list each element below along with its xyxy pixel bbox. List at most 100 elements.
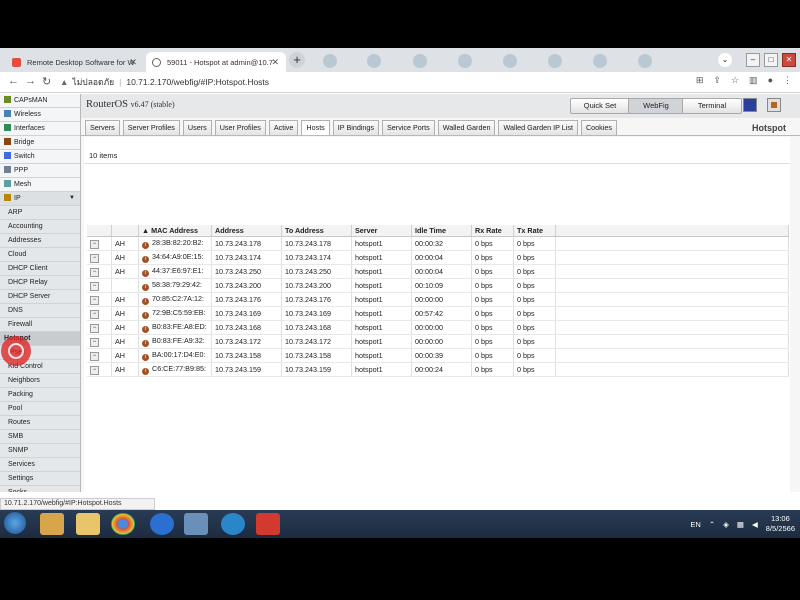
save-icon[interactable]	[743, 98, 757, 112]
internet-explorer-icon[interactable]	[150, 513, 174, 535]
sidebar-item[interactable]: Switch	[0, 150, 80, 164]
remove-row-icon[interactable]: −	[90, 254, 99, 263]
column-header[interactable]: Server	[351, 225, 412, 237]
sidebar-item[interactable]: Packing	[0, 388, 80, 402]
tab-cookies[interactable]: Cookies	[580, 120, 617, 136]
sidebar-item[interactable]: SNMP	[0, 444, 80, 458]
tab-ip-bindings[interactable]: IP Bindings	[332, 120, 380, 136]
sidebar-item[interactable]: IP ▼	[0, 192, 80, 206]
forward-arrow-icon[interactable]: →	[25, 75, 36, 87]
tab-service-ports[interactable]: Service Ports	[382, 120, 435, 136]
design-skin-icon[interactable]	[767, 98, 781, 112]
reload-icon[interactable]: ↻	[42, 75, 51, 88]
new-tab-button[interactable]: +	[289, 52, 305, 68]
sidebar-item[interactable]: Interfaces	[0, 122, 80, 136]
sidebar-item[interactable]: PPP	[0, 164, 80, 178]
chrome-icon[interactable]	[111, 513, 135, 535]
sidebar-item[interactable]: Socks	[0, 486, 80, 492]
tab-servers[interactable]: Servers	[85, 120, 120, 136]
network-icon[interactable]: ▦	[737, 520, 744, 529]
profile-icon[interactable]: ●	[768, 75, 773, 86]
file-explorer-icon[interactable]	[76, 513, 100, 535]
table-row[interactable]: − AH i 34:64:A9:0E:15: 10.73.243.174 10.73.24…	[87, 250, 789, 265]
back-arrow-icon[interactable]: ←	[8, 75, 19, 87]
sidebar-item[interactable]: CAPsMAN	[0, 94, 80, 108]
sidebar-item[interactable]: Pool	[0, 402, 80, 416]
close-tab-icon[interactable]: ✕	[271, 57, 279, 68]
edge-icon[interactable]	[221, 513, 245, 535]
browser-tab-hotspot[interactable]: 59011 - Hotspot at admin@10.7 ✕	[146, 52, 286, 72]
table-row[interactable]: − AH i B0:83:FE:A8:ED: 10.73.243.168 10.73.24…	[87, 320, 789, 335]
language-indicator[interactable]: EN	[690, 520, 700, 529]
sidebar-item[interactable]: Bridge	[0, 136, 80, 150]
column-header[interactable]: Rx Rate	[471, 225, 514, 237]
media-player-icon[interactable]	[40, 513, 64, 535]
windows-start-icon[interactable]	[4, 512, 26, 534]
tab-active[interactable]: Active	[268, 120, 299, 136]
translate-icon[interactable]: ⊞	[696, 75, 704, 86]
maximize-button[interactable]: □	[764, 53, 778, 67]
column-header[interactable]: Address	[211, 225, 282, 237]
sidebar-item[interactable]: DNS	[0, 304, 80, 318]
anydesk-icon[interactable]	[256, 513, 280, 535]
quick-set-button[interactable]: Quick Set	[570, 98, 630, 114]
close-tab-icon[interactable]: ✕	[129, 57, 137, 68]
table-row[interactable]: − i 58:38:79:29:42: 10.73.243.200 10.73.243.…	[87, 278, 789, 293]
sidebar-item[interactable]: DHCP Server	[0, 290, 80, 304]
table-row[interactable]: − AH i 28:3B:82:20:B2: 10.73.243.178 10.73.24…	[87, 236, 789, 251]
sidebar-item[interactable]: SMB	[0, 430, 80, 444]
sidebar-item[interactable]: DHCP Relay	[0, 276, 80, 290]
sidebar-item[interactable]: Mesh	[0, 178, 80, 192]
minimize-button[interactable]: –	[746, 53, 760, 67]
table-row[interactable]: − AH i B0:83:FE:A9:32: 10.73.243.172 10.73.24…	[87, 334, 789, 349]
remove-row-icon[interactable]: −	[90, 324, 99, 333]
remove-row-icon[interactable]: −	[90, 296, 99, 305]
terminal-button[interactable]: Terminal	[682, 98, 742, 114]
sidebar-item[interactable]: Firewall	[0, 318, 80, 332]
tray-expand-icon[interactable]: ⌃	[709, 520, 715, 529]
table-row[interactable]: − AH i 72:9B:C5:59:EB: 10.73.243.169 10.73.24…	[87, 306, 789, 321]
browser-tab-remote-desktop[interactable]: Remote Desktop Software for W ✕	[6, 52, 144, 72]
menu-icon[interactable]: ⋮	[783, 75, 792, 86]
table-row[interactable]: − AH i BA:00:17:D4:E0: 10.73.243.158 10.73.24…	[87, 348, 789, 363]
tab-search-chevron-icon[interactable]: ⌄	[718, 53, 732, 67]
column-header[interactable]: ▲ MAC Address	[138, 225, 212, 237]
remove-row-icon[interactable]: −	[90, 338, 99, 347]
remove-row-icon[interactable]: −	[90, 282, 99, 291]
share-icon[interactable]: ⇪	[713, 75, 721, 86]
sidebar-item[interactable]: Routes	[0, 416, 80, 430]
sidebar-item[interactable]: Services	[0, 458, 80, 472]
webfig-button[interactable]: WebFig	[628, 98, 684, 114]
volume-icon[interactable]: ◀	[752, 520, 758, 529]
tab-hosts[interactable]: Hosts	[301, 120, 330, 136]
table-row[interactable]: − AH i C6:CE:77:B9:85: 10.73.243.159 10.73.24…	[87, 362, 789, 377]
table-row[interactable]: − AH i 70:85:C2:7A:12: 10.73.243.176 10.73.24…	[87, 292, 789, 307]
column-header[interactable]	[111, 225, 139, 237]
sidebar-item[interactable]: Wireless	[0, 108, 80, 122]
remove-row-icon[interactable]: −	[90, 268, 99, 277]
tab-users[interactable]: Users	[182, 120, 212, 136]
sidebar-item[interactable]: ARP	[0, 206, 80, 220]
sidebar-item[interactable]: Settings	[0, 472, 80, 486]
remote-desktop-icon[interactable]	[184, 513, 208, 535]
remove-row-icon[interactable]: −	[90, 310, 99, 319]
sidebar-item[interactable]: Addresses	[0, 234, 80, 248]
column-header[interactable]: Idle Time	[411, 225, 472, 237]
remove-row-icon[interactable]: −	[90, 366, 99, 375]
remove-row-icon[interactable]: −	[90, 240, 99, 249]
tab-walled-garden-ip-list[interactable]: Walled Garden IP List	[498, 120, 578, 136]
tab-server-profiles[interactable]: Server Profiles	[122, 120, 180, 136]
tray-app-icon[interactable]: ◈	[723, 520, 729, 529]
tab-user-profiles[interactable]: User Profiles	[214, 120, 266, 136]
sidebar-item[interactable]: Neighbors	[0, 374, 80, 388]
sidebar-item[interactable]: Accounting	[0, 220, 80, 234]
column-header[interactable]: To Address	[281, 225, 352, 237]
star-icon[interactable]: ☆	[731, 75, 739, 86]
column-header[interactable]: Tx Rate	[513, 225, 556, 237]
close-window-button[interactable]: ✕	[782, 53, 796, 67]
sidebar-item[interactable]: Cloud	[0, 248, 80, 262]
tab-walled-garden[interactable]: Walled Garden	[437, 120, 496, 136]
sidebar-icon[interactable]: ▥	[749, 75, 758, 86]
sidebar-item[interactable]: DHCP Client	[0, 262, 80, 276]
clock[interactable]: 13:06 8/5/2566	[766, 514, 795, 534]
